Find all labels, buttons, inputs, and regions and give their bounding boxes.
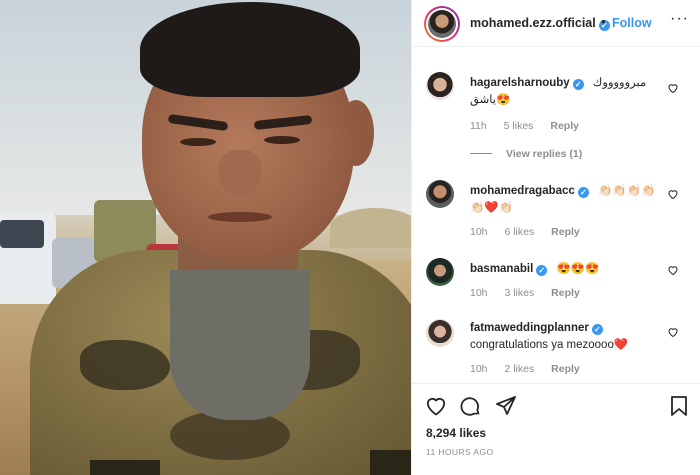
reply-button[interactable]: Reply — [551, 287, 580, 299]
comment-likes[interactable]: 2 likes — [504, 363, 534, 375]
comment-likes[interactable]: 6 likes — [504, 226, 534, 238]
comment-like-heart-icon[interactable] — [667, 326, 679, 338]
post-side-panel: mohamed.ezz.official ✓ • Follow ··· hagar… — [411, 0, 700, 475]
post-actions: 8,294 likes 11 HOURS AGO — [412, 383, 700, 475]
commenter-username[interactable]: basmanabil — [470, 263, 533, 275]
reply-button[interactable]: Reply — [550, 120, 579, 132]
comment-meta: 11h 5 likes Reply — [470, 120, 593, 132]
comment-time: 10h — [470, 287, 488, 299]
verified-badge-icon: ✓ — [572, 79, 584, 90]
comment-icon[interactable] — [458, 394, 482, 418]
comment-time: 10h — [470, 226, 488, 238]
verified-badge-icon: ✓ — [577, 187, 589, 198]
comment-text: 👏🏻👏🏻👏🏻👏🏻 — [598, 185, 656, 197]
comment-header: hagarelsharnouby ✓ مبروووووك — [470, 75, 646, 90]
commenter-avatar[interactable] — [426, 319, 454, 347]
reply-button[interactable]: Reply — [551, 226, 580, 238]
poster-username[interactable]: mohamed.ezz.official ✓ — [470, 16, 610, 31]
commenter-avatar[interactable] — [426, 258, 454, 286]
share-icon[interactable] — [494, 394, 518, 418]
commenter-avatar[interactable] — [426, 72, 454, 100]
comment-meta: 10h 2 likes Reply — [470, 363, 594, 375]
photo-person — [20, 0, 411, 475]
comment-text-line2: ياشق😍 — [470, 94, 511, 106]
follow-button[interactable]: Follow — [612, 16, 652, 30]
verified-badge-icon: ✓ — [536, 265, 548, 276]
comment-meta: 10h 6 likes Reply — [470, 226, 594, 238]
comment-likes[interactable]: 5 likes — [504, 120, 534, 132]
comment-text: 😍😍😍 — [556, 263, 600, 275]
bookmark-icon[interactable] — [667, 394, 691, 418]
reply-button[interactable]: Reply — [551, 363, 580, 375]
post-photo[interactable] — [0, 0, 411, 475]
more-options-icon[interactable]: ··· — [670, 10, 689, 28]
post-timestamp: 11 HOURS AGO — [426, 447, 494, 457]
view-replies-button[interactable]: View replies (1) — [470, 148, 582, 160]
commenter-username[interactable]: mohamedragabacc — [470, 185, 575, 197]
post-header: mohamed.ezz.official ✓ • Follow ··· — [412, 0, 700, 47]
commenter-avatar[interactable] — [426, 180, 454, 208]
comment-time: 11h — [470, 120, 487, 132]
comment-header: basmanabil ✓ 😍😍😍 — [470, 261, 599, 276]
header-separator: • — [601, 14, 606, 29]
view-replies-label[interactable]: View replies (1) — [506, 148, 582, 160]
likes-count[interactable]: 8,294 likes — [426, 426, 486, 440]
comment-text: congratulations ya mezoooo❤️ — [470, 339, 629, 351]
comment-like-heart-icon[interactable] — [667, 264, 679, 276]
comment-likes[interactable]: 3 likes — [504, 287, 534, 299]
comment-header: mohamedragabacc ✓ 👏🏻👏🏻👏🏻👏🏻 — [470, 183, 655, 198]
verified-badge-icon: ✓ — [591, 324, 603, 335]
comment-meta: 10h 3 likes Reply — [470, 287, 594, 299]
heart-icon[interactable] — [424, 394, 448, 418]
poster-avatar[interactable] — [424, 6, 460, 42]
comment-like-heart-icon[interactable] — [667, 82, 679, 94]
comment-text: مبروووووك — [592, 77, 647, 89]
comments-list: hagarelsharnouby ✓ مبروووووك ياشق😍 11h 5 … — [412, 48, 700, 383]
comment-header: fatmaweddingplanner ✓ — [470, 322, 603, 335]
comment-time: 10h — [470, 363, 488, 375]
comment-text-line2: 👏🏻❤️👏🏻 — [470, 202, 513, 214]
poster-username-text[interactable]: mohamed.ezz.official — [470, 16, 596, 30]
commenter-username[interactable]: hagarelsharnouby — [470, 77, 570, 89]
comment-like-heart-icon[interactable] — [667, 188, 679, 200]
commenter-username[interactable]: fatmaweddingplanner — [470, 322, 589, 334]
